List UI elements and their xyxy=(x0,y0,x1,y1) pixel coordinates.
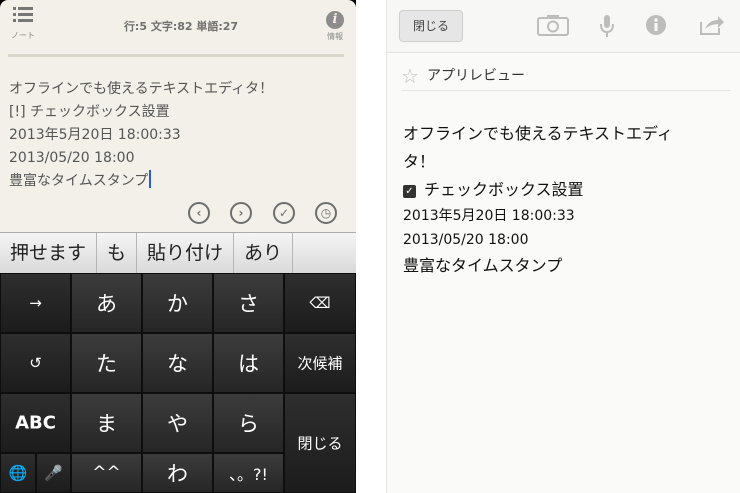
cursor-left-button[interactable]: ‹ xyxy=(188,202,210,224)
punctuation-key[interactable]: 、。?! xyxy=(213,453,284,493)
key-ra[interactable]: ら xyxy=(213,393,284,453)
editor-line: 2013/05/20 18:00 xyxy=(9,150,135,166)
editor-line: オフラインでも使えるテキストエディタ！ xyxy=(9,81,274,97)
timestamp-button[interactable]: ◷ xyxy=(315,202,337,224)
suggestion-item[interactable]: 押せます xyxy=(0,233,98,273)
content-date: 2013年5月20日 18:00:33 xyxy=(403,208,575,224)
preview-screen: 閉じる ☆ アプリレビュー オフラインでも使えるテキストエディ タ！ ✓ チェック… xyxy=(386,0,740,493)
list-icon xyxy=(13,7,33,22)
close-button[interactable]: 閉じる xyxy=(399,10,463,42)
camera-icon[interactable] xyxy=(537,14,569,36)
cursor-right-button[interactable]: › xyxy=(230,202,252,224)
globe-key[interactable]: 🌐 xyxy=(0,453,36,493)
content-line: タ！ xyxy=(403,152,436,171)
key-wa[interactable]: わ xyxy=(142,453,213,493)
microphone-icon: 🎤 xyxy=(44,464,63,482)
chevron-right-icon: › xyxy=(238,206,244,220)
star-icon: ☆ xyxy=(401,64,419,88)
checkbox-label: チェックボックス設置 xyxy=(424,180,584,199)
app-review-row[interactable]: ☆ アプリレビュー xyxy=(401,62,731,91)
key-ya[interactable]: や xyxy=(142,393,213,453)
key-ma[interactable]: ま xyxy=(71,393,142,453)
preview-toolbar: 閉じる xyxy=(387,0,740,53)
key-sa[interactable]: さ xyxy=(213,273,284,333)
suggestion-bar: 押せます も 貼り付け あり xyxy=(0,232,356,274)
note-button[interactable]: ノート xyxy=(6,6,40,48)
keyboard: → あ か さ ⌫ ↺ た な は 次候補 ABC ま や ら 閉じる 🌐 🎤 … xyxy=(0,273,356,493)
editor-line-last: 豊富なタイムスタンプ xyxy=(9,170,339,193)
share-icon[interactable] xyxy=(699,14,725,36)
info-label: 情報 xyxy=(327,32,343,41)
key-a[interactable]: あ xyxy=(71,273,142,333)
editor-action-buttons: ‹ › ✓ ◷ xyxy=(188,202,348,228)
checkbox-row[interactable]: ✓ チェックボックス設置 xyxy=(403,176,723,204)
microphone-icon[interactable] xyxy=(599,14,615,38)
next-candidate-key[interactable]: 次候補 xyxy=(284,333,356,393)
key-na[interactable]: な xyxy=(142,333,213,393)
checkbox-checked-icon[interactable]: ✓ xyxy=(403,185,416,198)
suggestion-item[interactable]: 貼り付け xyxy=(137,233,235,273)
globe-icon: 🌐 xyxy=(8,464,28,482)
checkbox-insert-button[interactable]: ✓ xyxy=(273,202,295,224)
app-review-label: アプリレビュー xyxy=(427,68,525,84)
clock-icon: ◷ xyxy=(320,206,332,220)
editor-screen: ノート 行:5 文字:82 単語:27 i 情報 オフラインでも使えるテキストエ… xyxy=(0,0,356,493)
editor-toolbar: ノート 行:5 文字:82 単語:27 i 情報 xyxy=(0,0,356,52)
note-label: ノート xyxy=(11,31,35,40)
info-icon: i xyxy=(326,11,344,29)
editor-line: 豊富なタイムスタンプ xyxy=(9,173,149,189)
chevron-left-icon: ‹ xyxy=(196,206,202,220)
arrow-right-key[interactable]: → xyxy=(0,273,71,333)
emoticon-key[interactable]: ^^ xyxy=(71,453,142,493)
check-icon: ✓ xyxy=(278,206,290,220)
backspace-icon: ⌫ xyxy=(309,294,331,312)
editor-paper: ノート 行:5 文字:82 単語:27 i 情報 オフラインでも使えるテキストエ… xyxy=(0,0,356,232)
content-line: 豊富なタイムスタンプ xyxy=(403,256,563,275)
key-ka[interactable]: か xyxy=(142,273,213,333)
backspace-key[interactable]: ⌫ xyxy=(284,273,356,333)
info-icon[interactable] xyxy=(645,14,667,36)
editor-line: 2013年5月20日 18:00:33 xyxy=(9,127,181,143)
abc-key[interactable]: ABC xyxy=(0,393,71,453)
text-editor[interactable]: オフラインでも使えるテキストエディタ！ [!] チェックボックス設置 2013年… xyxy=(9,78,339,193)
info-button[interactable]: i 情報 xyxy=(320,8,350,48)
key-ta[interactable]: た xyxy=(71,333,142,393)
suggestion-item[interactable]: も xyxy=(97,233,138,273)
toolbar-divider xyxy=(8,54,344,57)
preview-content: オフラインでも使えるテキストエディ タ！ ✓ チェックボックス設置 2013年5月… xyxy=(403,120,723,280)
undo-key[interactable]: ↺ xyxy=(0,333,71,393)
text-cursor xyxy=(149,170,152,188)
content-date: 2013/05/20 18:00 xyxy=(403,232,529,248)
suggestion-item[interactable]: あり xyxy=(234,233,294,273)
undo-icon: ↺ xyxy=(29,354,42,372)
mic-key[interactable]: 🎤 xyxy=(36,453,71,493)
close-keyboard-key[interactable]: 閉じる xyxy=(284,393,356,493)
document-counts: 行:5 文字:82 単語:27 xyxy=(123,20,239,33)
editor-line: [!] チェックボックス設置 xyxy=(9,104,170,120)
content-line: オフラインでも使えるテキストエディ xyxy=(403,124,673,143)
key-ha[interactable]: は xyxy=(213,333,284,393)
